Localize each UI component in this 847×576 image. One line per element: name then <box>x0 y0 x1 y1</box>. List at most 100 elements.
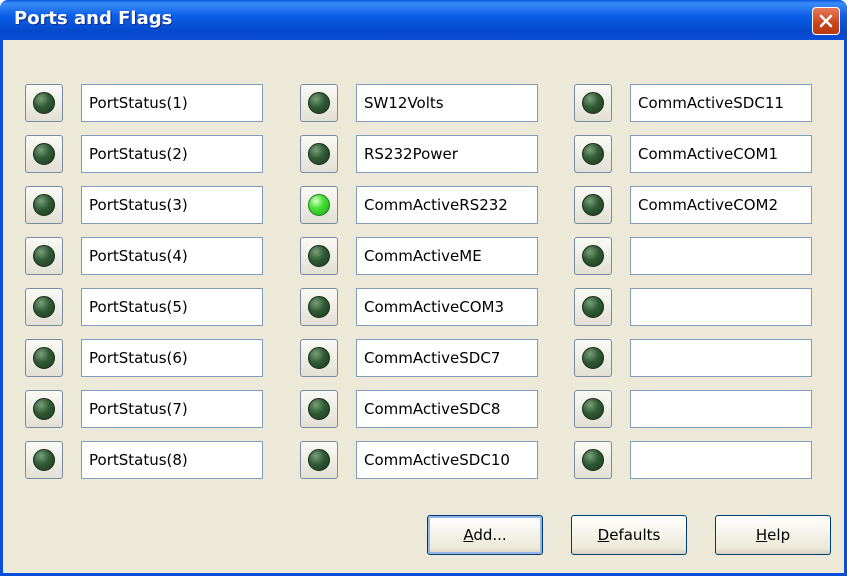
defaults-button-label: Defaults <box>597 526 661 544</box>
flag-toggle-button[interactable] <box>300 339 338 377</box>
flag-name-field[interactable] <box>630 339 812 377</box>
flag-row: CommActiveSDC8 <box>300 390 540 430</box>
flag-toggle-button[interactable] <box>574 84 612 122</box>
flag-name-field[interactable]: PortStatus(3) <box>81 186 263 224</box>
flag-name-field[interactable]: PortStatus(7) <box>81 390 263 428</box>
flag-row <box>574 339 814 379</box>
flag-row: CommActiveSDC10 <box>300 441 540 481</box>
led-off-icon <box>308 398 330 420</box>
flag-toggle-button[interactable] <box>25 339 63 377</box>
flag-row: PortStatus(7) <box>25 390 265 430</box>
help-button[interactable]: Help <box>715 515 831 555</box>
flag-name-field[interactable]: CommActiveRS232 <box>356 186 538 224</box>
led-off-icon <box>308 245 330 267</box>
flag-row: CommActiveSDC11 <box>574 84 814 124</box>
flag-name-field[interactable]: SW12Volts <box>356 84 538 122</box>
flag-row: CommActiveSDC7 <box>300 339 540 379</box>
flag-name-field[interactable]: PortStatus(1) <box>81 84 263 122</box>
flag-name-field[interactable]: PortStatus(2) <box>81 135 263 173</box>
led-off-icon <box>582 92 604 114</box>
flag-toggle-button[interactable] <box>574 441 612 479</box>
flag-name-field[interactable]: CommActiveME <box>356 237 538 275</box>
led-off-icon <box>308 449 330 471</box>
flag-name-field[interactable]: CommActiveSDC7 <box>356 339 538 377</box>
flag-toggle-button[interactable] <box>574 135 612 173</box>
flag-toggle-button[interactable] <box>300 84 338 122</box>
led-off-icon <box>33 398 55 420</box>
flag-name-field[interactable]: CommActiveCOM2 <box>630 186 812 224</box>
flag-name-field[interactable]: CommActiveSDC11 <box>630 84 812 122</box>
flag-toggle-button[interactable] <box>25 237 63 275</box>
flag-row: CommActiveRS232 <box>300 186 540 226</box>
flag-name-field[interactable]: CommActiveCOM1 <box>630 135 812 173</box>
led-off-icon <box>582 296 604 318</box>
flag-name-field[interactable] <box>630 288 812 326</box>
led-off-icon <box>308 143 330 165</box>
flag-name-field[interactable]: CommActiveSDC10 <box>356 441 538 479</box>
led-off-icon <box>33 194 55 216</box>
flag-toggle-button[interactable] <box>25 441 63 479</box>
led-off-icon <box>582 143 604 165</box>
title-bar[interactable]: Ports and Flags <box>0 0 847 40</box>
flag-toggle-button[interactable] <box>25 135 63 173</box>
flag-row: CommActiveME <box>300 237 540 277</box>
flag-toggle-button[interactable] <box>574 390 612 428</box>
flag-name-field[interactable]: PortStatus(4) <box>81 237 263 275</box>
defaults-button[interactable]: Defaults <box>571 515 687 555</box>
flag-row: PortStatus(6) <box>25 339 265 379</box>
close-icon <box>819 14 833 28</box>
led-off-icon <box>33 143 55 165</box>
flag-row <box>574 288 814 328</box>
flag-toggle-button[interactable] <box>25 288 63 326</box>
led-off-icon <box>582 245 604 267</box>
flag-toggle-button[interactable] <box>300 288 338 326</box>
help-button-label: Help <box>755 526 791 544</box>
flag-name-field[interactable] <box>630 441 812 479</box>
flag-row: PortStatus(8) <box>25 441 265 481</box>
flag-name-field[interactable] <box>630 390 812 428</box>
flag-toggle-button[interactable] <box>300 237 338 275</box>
led-on-icon <box>308 194 330 216</box>
flag-toggle-button[interactable] <box>574 288 612 326</box>
led-off-icon <box>582 347 604 369</box>
led-off-icon <box>33 296 55 318</box>
led-off-icon <box>582 194 604 216</box>
flag-toggle-button[interactable] <box>574 339 612 377</box>
led-off-icon <box>308 92 330 114</box>
flag-row: SW12Volts <box>300 84 540 124</box>
flag-row <box>574 237 814 277</box>
flag-name-field[interactable]: CommActiveCOM3 <box>356 288 538 326</box>
flag-toggle-button[interactable] <box>300 441 338 479</box>
flag-toggle-button[interactable] <box>300 390 338 428</box>
led-off-icon <box>33 245 55 267</box>
flag-toggle-button[interactable] <box>574 237 612 275</box>
close-button[interactable] <box>812 7 840 35</box>
flag-row: PortStatus(3) <box>25 186 265 226</box>
flag-row: PortStatus(2) <box>25 135 265 175</box>
flag-name-field[interactable] <box>630 237 812 275</box>
flag-row: PortStatus(4) <box>25 237 265 277</box>
flag-name-field[interactable]: RS232Power <box>356 135 538 173</box>
add-button[interactable]: Add... <box>427 515 543 555</box>
led-off-icon <box>33 449 55 471</box>
flag-name-field[interactable]: PortStatus(6) <box>81 339 263 377</box>
flag-toggle-button[interactable] <box>300 186 338 224</box>
flag-toggle-button[interactable] <box>25 84 63 122</box>
flag-toggle-button[interactable] <box>25 186 63 224</box>
led-off-icon <box>308 347 330 369</box>
led-off-icon <box>33 347 55 369</box>
add-button-label: Add... <box>463 526 507 544</box>
flag-name-field[interactable]: CommActiveSDC8 <box>356 390 538 428</box>
flag-row <box>574 441 814 481</box>
led-off-icon <box>582 398 604 420</box>
flag-toggle-button[interactable] <box>574 186 612 224</box>
led-off-icon <box>582 449 604 471</box>
flag-name-field[interactable]: PortStatus(5) <box>81 288 263 326</box>
flag-row: CommActiveCOM1 <box>574 135 814 175</box>
flag-toggle-button[interactable] <box>300 135 338 173</box>
flag-name-field[interactable]: PortStatus(8) <box>81 441 263 479</box>
flag-toggle-button[interactable] <box>25 390 63 428</box>
flag-row <box>574 390 814 430</box>
flag-row: PortStatus(5) <box>25 288 265 328</box>
flag-row: PortStatus(1) <box>25 84 265 124</box>
